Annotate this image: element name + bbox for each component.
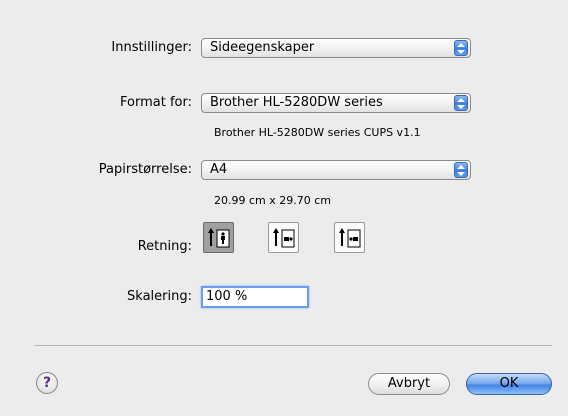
scale-label: Skalering: (127, 289, 192, 304)
printer-description: Brother HL-5280DW series CUPS v1.1 (214, 126, 421, 139)
popup-arrows-icon (454, 162, 468, 178)
cancel-button[interactable]: Avbryt (368, 373, 450, 395)
settings-popup[interactable]: Sideegenskaper (201, 38, 471, 58)
paper-size-label: Papirstørrelse: (98, 162, 192, 177)
portrait-icon (208, 228, 230, 248)
landscape-right-icon (339, 228, 361, 248)
ok-button[interactable]: OK (466, 373, 552, 395)
settings-label: Innstillinger: (111, 40, 192, 55)
format-for-popup[interactable]: Brother HL-5280DW series (201, 93, 471, 113)
settings-value: Sideegenskaper (210, 40, 315, 55)
help-button[interactable]: ? (36, 372, 58, 394)
popup-arrows-icon (454, 95, 468, 111)
paper-size-value: A4 (210, 162, 228, 177)
orientation-label: Retning: (137, 239, 192, 254)
orientation-landscape-right-button[interactable] (334, 222, 365, 253)
popup-arrows-icon (454, 40, 468, 56)
orientation-landscape-left-button[interactable] (268, 222, 299, 253)
format-for-value: Brother HL-5280DW series (210, 95, 383, 110)
format-for-label: Format for: (120, 95, 192, 110)
scale-input[interactable]: 100 % (201, 286, 309, 308)
landscape-left-icon (273, 228, 295, 248)
orientation-portrait-button[interactable] (203, 222, 234, 253)
paper-size-popup[interactable]: A4 (201, 160, 471, 180)
paper-dimensions: 20.99 cm x 29.70 cm (214, 194, 332, 207)
divider (34, 345, 552, 346)
